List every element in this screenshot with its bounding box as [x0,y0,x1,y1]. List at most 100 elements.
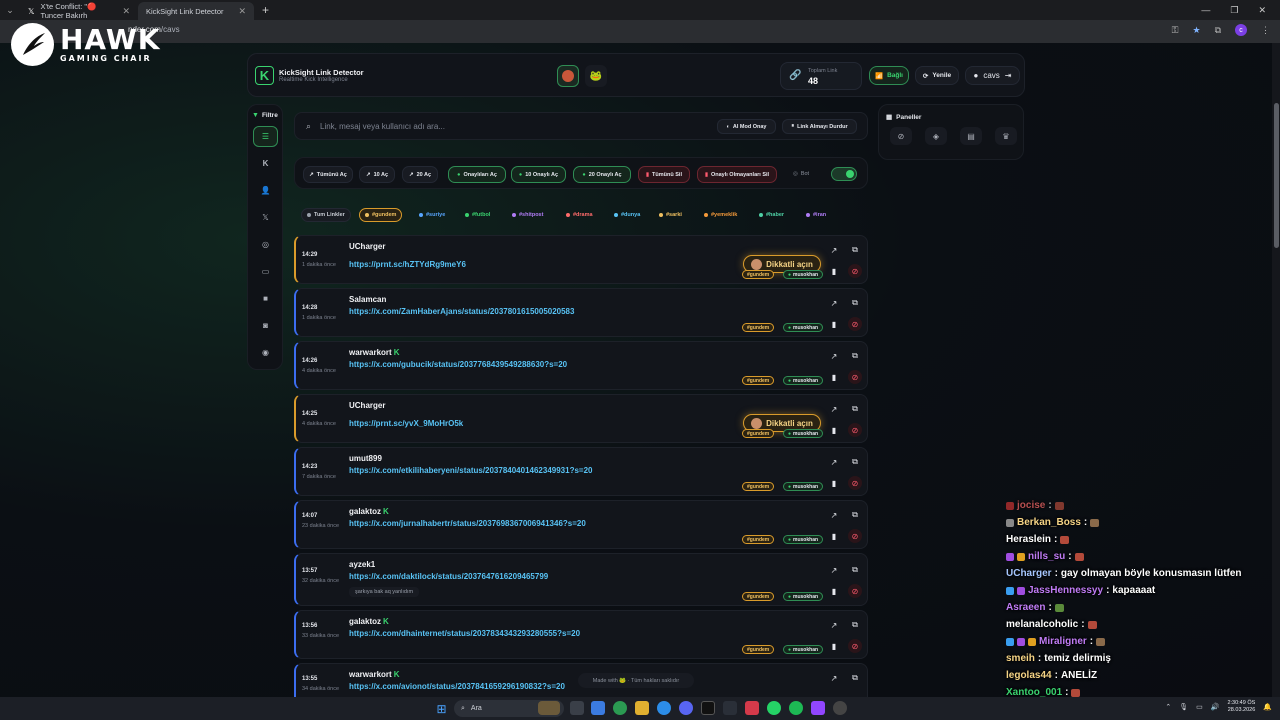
twitch-icon[interactable] [811,701,825,715]
clock[interactable]: 2:30:49 ÖS 28.03.2026 [1227,700,1255,714]
open-link-icon[interactable]: ↗ [828,350,840,362]
tag-chip-iran[interactable]: #iran [801,208,831,222]
delete-icon[interactable]: ▮ [828,318,840,330]
panel-archive-button[interactable]: ▤ [960,127,982,145]
close-icon[interactable]: ✕ [238,6,246,17]
link-url[interactable]: https://x.com/daktilock/status/203764761… [349,572,548,581]
mic-icon[interactable]: 🎙 [1179,703,1188,711]
ban-icon[interactable]: ⊘ [848,423,862,437]
app-icon[interactable] [745,701,759,715]
open-approved-button[interactable]: ● Onaylıları Aç [448,166,506,183]
tag-chip-shitpost[interactable]: #shitpost [507,208,548,222]
copy-icon[interactable]: ⧉ [849,456,861,468]
tag-chip-dunya[interactable]: #dunya [609,208,645,222]
tag-chip-suriye[interactable]: #suriye [414,208,450,222]
delete-icon[interactable]: ▮ [828,424,840,436]
open-link-icon[interactable]: ↗ [828,619,840,631]
obs-icon[interactable] [833,701,847,715]
task-view-icon[interactable] [570,701,584,715]
link-user[interactable]: UCharger [349,401,385,410]
delete-icon[interactable]: ▮ [828,585,840,597]
delete-icon[interactable]: ▮ [828,371,840,383]
stop-links-button[interactable]: ⏸ Link Almayı Durdur [782,119,857,134]
open-link-icon[interactable]: ↗ [828,456,840,468]
link-user[interactable]: ayzek1 [349,560,375,569]
link-user[interactable]: galaktoz [349,507,381,516]
filter-user-button[interactable]: 👤 [253,180,278,201]
edge-icon[interactable] [657,701,671,715]
filter-video-button[interactable]: ■ [253,288,278,309]
link-user[interactable]: galaktoz [349,617,381,626]
ban-icon[interactable]: ⊘ [848,370,862,384]
open-20-approved-button[interactable]: ● 20 Onaylı Aç [573,166,631,183]
link-user[interactable]: Salamcan [349,295,386,304]
filter-camera-button[interactable]: ◙ [253,315,278,336]
link-url[interactable]: https://x.com/ZamHaberAjans/status/20378… [349,307,574,316]
maximize-icon[interactable]: ❐ [1230,5,1238,16]
link-user[interactable]: warwarkort [349,670,392,679]
delete-icon[interactable]: ▮ [828,530,840,542]
tag-chip-drama[interactable]: #drama [561,208,598,222]
tag-chip-futbol[interactable]: #futbol [460,208,495,222]
minimize-icon[interactable]: — [1201,5,1210,16]
filter-globe-button[interactable]: ◉ [253,342,278,363]
ban-icon[interactable]: ⊘ [848,264,862,278]
delete-icon[interactable]: ▮ [828,477,840,489]
copy-icon[interactable]: ⧉ [849,564,861,576]
copy-icon[interactable]: ⧉ [849,297,861,309]
browser-tab-active[interactable]: KickSight Link Detector ✕ [138,2,254,20]
delete-unapproved-button[interactable]: ▮ Onaylı Olmayanları Sil [697,166,777,183]
copy-icon[interactable]: ⧉ [849,672,861,684]
open-link-icon[interactable]: ↗ [828,509,840,521]
star-icon[interactable]: ★ [1192,25,1200,36]
search-input[interactable] [320,119,700,134]
copy-icon[interactable]: ⧉ [849,403,861,415]
tag-chip-gundem[interactable]: #gundem [359,208,403,222]
tag-chip-all[interactable]: Tum Linkler [301,208,351,222]
filter-youtube-button[interactable]: ▭ [253,261,278,282]
tag-chip-haber[interactable]: #haber [754,208,789,222]
link-user[interactable]: warwarkort [349,348,392,357]
ban-icon[interactable]: ⊘ [848,639,862,653]
link-url[interactable]: https://x.com/gubucik/status/20377684395… [349,360,567,369]
ban-icon[interactable]: ⊘ [848,476,862,490]
close-icon[interactable]: ✕ [122,6,130,17]
link-user[interactable]: umut899 [349,454,382,463]
file-explorer-icon[interactable] [635,701,649,715]
volume-icon[interactable]: 🔊 [1211,703,1220,711]
widget-icon[interactable] [538,701,560,715]
panel-ban-button[interactable]: ⊘ [890,127,912,145]
link-user[interactable]: UCharger [349,242,385,251]
extensions-icon[interactable]: ⧉ [1215,25,1221,36]
copy-icon[interactable]: ⧉ [849,244,861,256]
avatar-button[interactable] [557,65,579,87]
delete-all-button[interactable]: ▮ Tümünü Sil [638,166,690,183]
delete-icon[interactable]: ▮ [828,640,840,652]
notification-icon[interactable]: 🔔 [1263,703,1272,711]
frog-button[interactable]: 🐸 [585,65,607,87]
menu-icon[interactable]: ⋮ [1261,25,1270,36]
browser-tab[interactable]: 𝕏 X'te Conflict: "🔴 Tuncer Bakırh ✕ [20,2,138,20]
tag-chip-sarki[interactable]: #sarki [654,208,687,222]
link-url[interactable]: https://x.com/dhainternet/status/2037834… [349,629,580,638]
page-scrollbar[interactable] [1272,43,1280,697]
copy-icon[interactable]: ⧉ [849,509,861,521]
new-tab-button[interactable]: + [262,3,269,17]
copy-icon[interactable]: ⧉ [849,619,861,631]
delete-icon[interactable]: ▮ [828,265,840,277]
address-bar[interactable]: nder.com/cavs ⚿ ★ ⧉ c ⋮ [0,20,1280,43]
profile-avatar[interactable]: c [1235,24,1247,36]
link-url[interactable]: https://prnt.sc/hZTYdRg9meY6 [349,260,466,269]
ban-icon[interactable]: ⊘ [848,584,862,598]
ban-icon[interactable]: ⊘ [848,529,862,543]
link-url[interactable]: https://prnt.sc/yvX_9MoHrO5k [349,419,463,428]
open-10-approved-button[interactable]: ● 10 Onaylı Aç [511,166,566,183]
copy-icon[interactable]: ⧉ [849,350,861,362]
discord-icon[interactable] [679,701,693,715]
panel-trophy-button[interactable]: ♛ [995,127,1017,145]
link-url[interactable]: https://x.com/etkilihaberyeni/status/203… [349,466,592,475]
copilot-icon[interactable] [591,701,605,715]
windows-start-icon[interactable]: ⊞ [434,701,449,716]
link-url[interactable]: https://x.com/jurnalhabertr/status/20376… [349,519,586,528]
app-icon[interactable] [701,701,715,715]
